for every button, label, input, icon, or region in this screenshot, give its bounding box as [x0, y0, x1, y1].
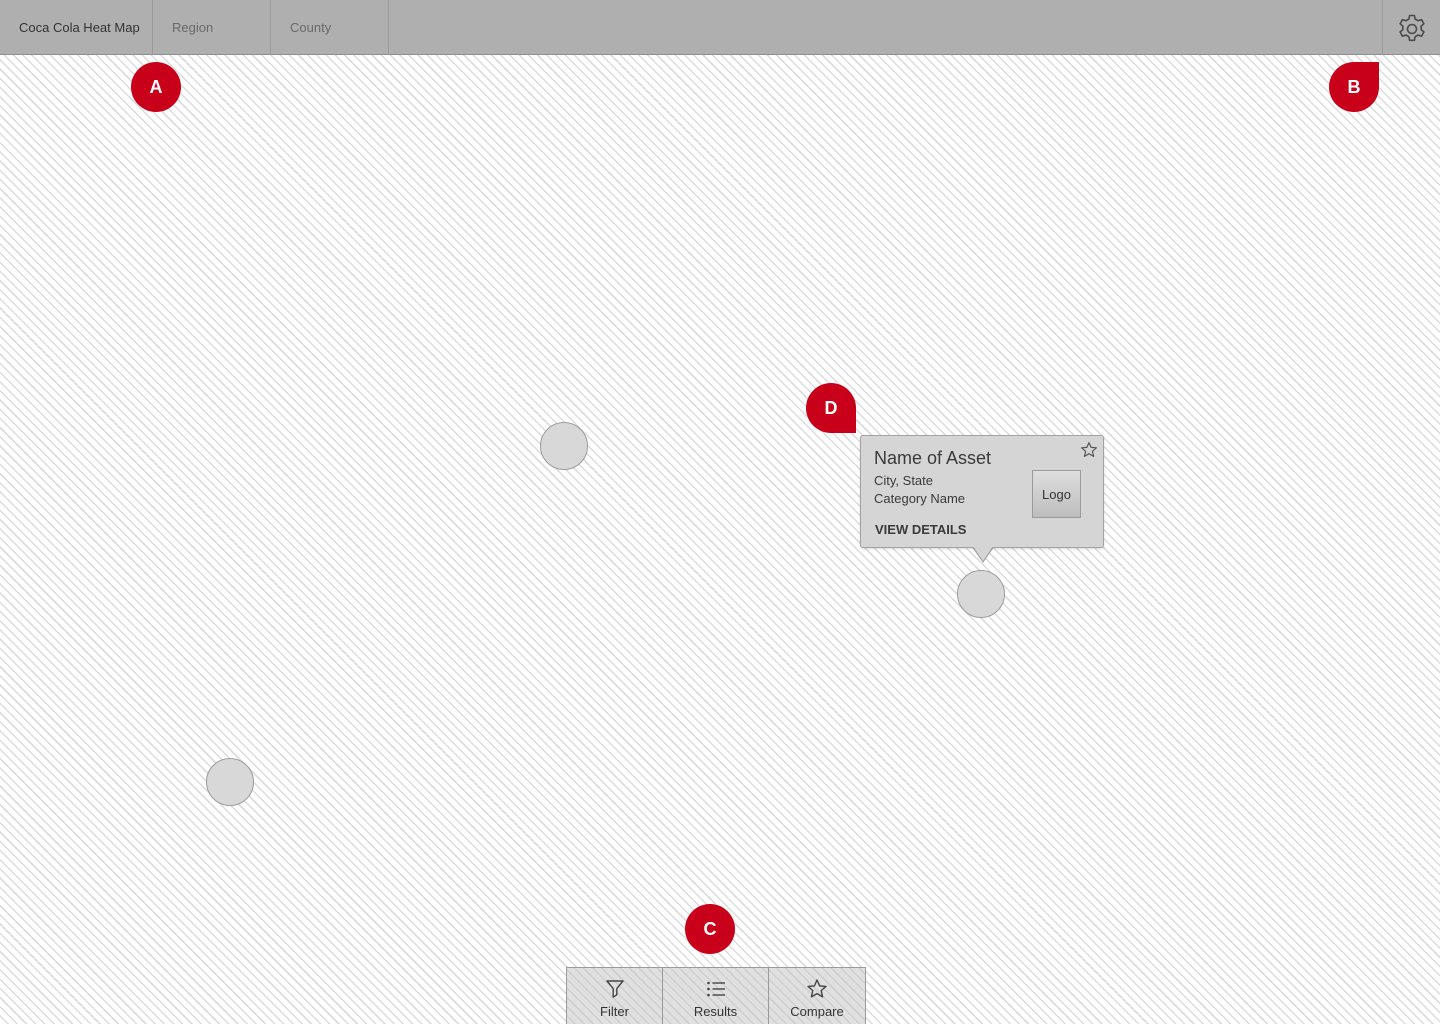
view-details-link[interactable]: VIEW DETAILS [875, 522, 966, 537]
star-icon [807, 979, 827, 998]
app-title-tab[interactable]: Coca Cola Heat Map [0, 0, 153, 55]
annotation-marker-d: D [806, 383, 856, 433]
results-button[interactable]: Results [663, 967, 769, 1024]
annotation-marker-b: B [1329, 62, 1379, 112]
compare-label: Compare [790, 1004, 844, 1019]
asset-location: City, State [874, 473, 934, 488]
logo-label: Logo [1042, 486, 1071, 502]
settings-button[interactable] [1382, 0, 1440, 55]
map-pin-selected[interactable] [957, 570, 1005, 618]
asset-name: Name of Asset [874, 448, 992, 468]
region-tab[interactable]: Region [153, 0, 271, 55]
filter-button[interactable]: Filter [566, 967, 663, 1024]
asset-popup: Name of Asset City, State Category Name … [860, 435, 1104, 548]
asset-category: Category Name [874, 491, 966, 506]
filter-icon [605, 980, 624, 998]
top-bar: Coca Cola Heat Map Region County [0, 0, 1440, 55]
compare-button[interactable]: Compare [769, 967, 866, 1024]
bottom-toolbar: Filter Results Compare [566, 967, 866, 1024]
map-pin[interactable] [206, 758, 254, 806]
popup-pointer-fill [973, 546, 993, 561]
county-tab[interactable]: County [271, 0, 389, 55]
map-pin[interactable] [540, 422, 588, 470]
list-icon [706, 981, 725, 997]
annotation-marker-c: C [685, 904, 735, 954]
star-icon[interactable] [1080, 441, 1098, 459]
annotation-marker-a: A [131, 62, 181, 112]
results-label: Results [693, 1004, 738, 1019]
filter-label: Filter [600, 1004, 629, 1019]
gear-icon [1398, 14, 1425, 41]
asset-logo: Logo [1032, 470, 1081, 518]
